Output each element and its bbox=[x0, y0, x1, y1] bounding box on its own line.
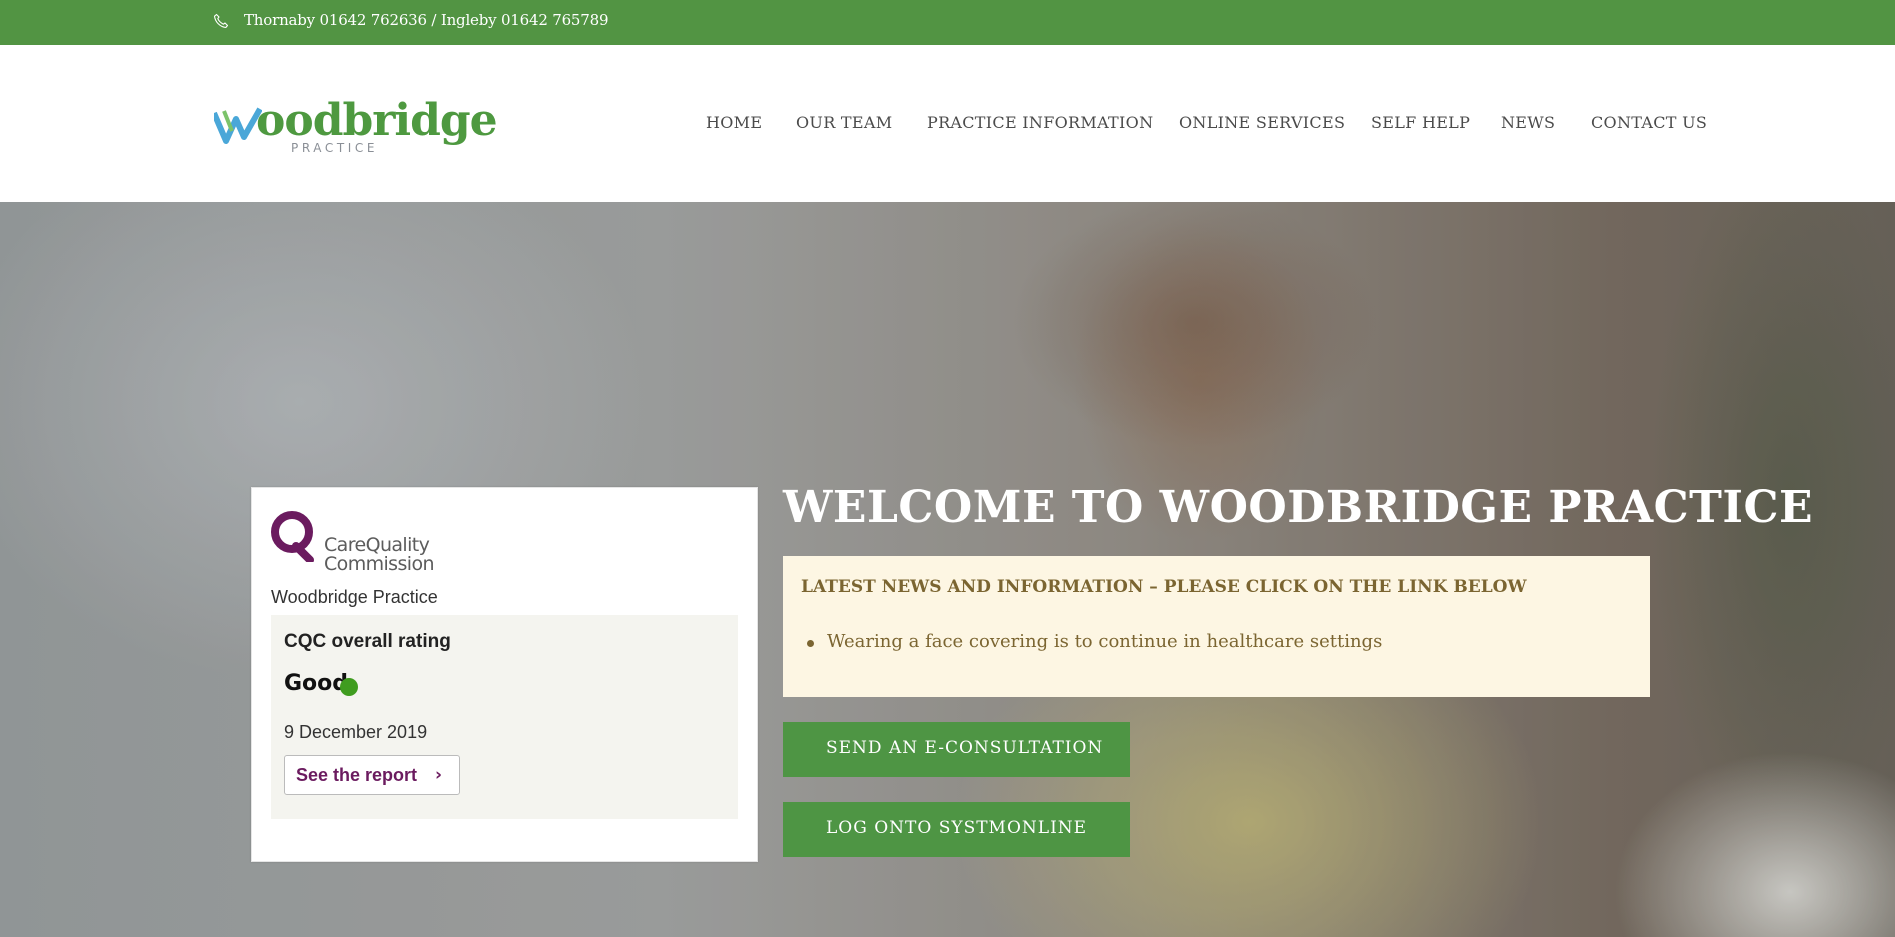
news-link[interactable]: Wearing a face covering is to continue i… bbox=[827, 631, 1382, 652]
send-e-consultation-label: SEND AN E-CONSULTATION bbox=[826, 738, 1104, 758]
cqc-logo: CareQuality Commission bbox=[270, 508, 440, 574]
nav-contact-us[interactable]: CONTACT US bbox=[1591, 113, 1707, 132]
cqc-rating-date: 9 December 2019 bbox=[284, 722, 428, 742]
send-e-consultation-button[interactable]: SEND AN E-CONSULTATION bbox=[783, 722, 1130, 777]
nav-our-team[interactable]: OUR TEAM bbox=[796, 113, 892, 132]
nav-practice-information[interactable]: PRACTICE INFORMATION bbox=[927, 113, 1153, 132]
log-onto-systmonline-label: LOG ONTO SYSTMONLINE bbox=[826, 818, 1088, 838]
cqc-q-icon bbox=[271, 511, 314, 562]
hero-section: CareQuality Commission Woodbridge Practi… bbox=[0, 202, 1895, 937]
top-contact-bar: Thornaby 01642 762636 / Ingleby 01642 76… bbox=[0, 0, 1895, 45]
see-the-report-label: See the report bbox=[296, 765, 418, 785]
phone-numbers: Thornaby 01642 762636 / Ingleby 01642 76… bbox=[244, 11, 609, 29]
main-navigation: HOME OUR TEAM PRACTICE INFORMATION ONLIN… bbox=[0, 113, 1895, 143]
cqc-overall-label: CQC overall rating bbox=[284, 631, 451, 652]
welcome-heading: WELCOME TO WOODBRIDGE PRACTICE bbox=[783, 482, 1814, 533]
site-header: oodbridge PRACTICE HOME OUR TEAM PRACTIC… bbox=[0, 45, 1895, 202]
nav-online-services[interactable]: ONLINE SERVICES bbox=[1179, 113, 1345, 132]
cqc-logo-text: CareQuality Commission bbox=[324, 534, 435, 575]
nav-news[interactable]: NEWS bbox=[1501, 113, 1555, 132]
chevron-right-icon: › bbox=[435, 765, 443, 785]
cqc-rating-widget: CareQuality Commission Woodbridge Practi… bbox=[251, 487, 758, 862]
cqc-rating-value: Good bbox=[284, 671, 349, 696]
latest-news-box: LATEST NEWS AND INFORMATION – PLEASE CLI… bbox=[783, 556, 1650, 697]
nav-self-help[interactable]: SELF HELP bbox=[1371, 113, 1470, 132]
see-the-report-button[interactable]: See the report › bbox=[284, 755, 460, 795]
logo-subtitle: PRACTICE bbox=[291, 141, 379, 155]
log-onto-systmonline-button[interactable]: LOG ONTO SYSTMONLINE bbox=[783, 802, 1130, 857]
bullet-icon bbox=[807, 640, 814, 647]
latest-news-heading: LATEST NEWS AND INFORMATION – PLEASE CLI… bbox=[801, 577, 1527, 597]
phone-icon bbox=[213, 13, 229, 29]
nav-home[interactable]: HOME bbox=[706, 113, 762, 132]
cqc-rating-panel: CQC overall rating Good 9 December 2019 … bbox=[271, 615, 738, 819]
rating-dot-icon bbox=[340, 678, 358, 696]
cqc-practice-name: Woodbridge Practice bbox=[271, 587, 438, 607]
